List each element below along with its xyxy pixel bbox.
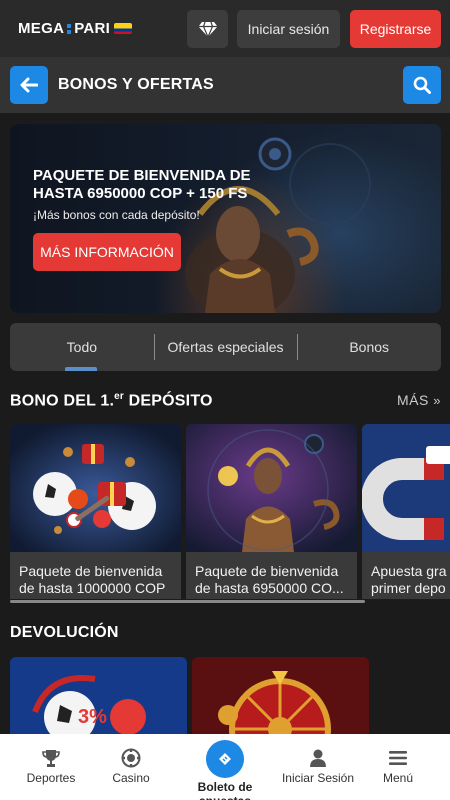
bet-slip-icon: [219, 753, 231, 765]
search-icon: [413, 76, 431, 94]
nav-sports[interactable]: Deportes: [6, 734, 96, 800]
section-header: BONOS Y OFERTAS: [0, 57, 450, 113]
back-button[interactable]: [10, 66, 48, 104]
nav-menu[interactable]: Menú: [353, 734, 443, 800]
logo-text-right: PARI: [74, 20, 111, 37]
sports-balls-image: [10, 424, 181, 552]
top-header: MEGA PARI Iniciar sesión Registrarse: [0, 0, 450, 57]
page-title: BONOS Y OFERTAS: [58, 76, 214, 93]
bonus-card-1-text: Paquete de bienvenida de hasta 1000000 C…: [19, 563, 166, 596]
tab-special-offers[interactable]: Ofertas especiales: [153, 323, 298, 371]
bonus-card-1[interactable]: Paquete de bienvenida de hasta 1000000 C…: [10, 424, 181, 599]
nav-login[interactable]: Iniciar Sesión: [273, 734, 363, 800]
login-button[interactable]: Iniciar sesión: [237, 10, 340, 48]
bonus-card-2-text: Paquete de bienvenida de hasta 6950000 C…: [195, 563, 344, 596]
cashback-badge: 3%: [78, 706, 107, 728]
user-icon: [310, 749, 326, 767]
cashback-carousel[interactable]: 3%: [10, 657, 450, 737]
more-info-button[interactable]: MÁS INFORMACIÓN: [33, 233, 181, 271]
bet-slip-button[interactable]: [206, 740, 244, 778]
offer-tabs: Todo Ofertas especiales Bonos: [10, 323, 441, 371]
cashback-soccer-image: 3%: [10, 657, 187, 737]
section-title-cashback: DEVOLUCIÓN: [10, 624, 119, 641]
tab-all[interactable]: Todo: [10, 323, 154, 371]
casino-queen-image: [186, 424, 357, 552]
bonus-card-3-text: Apuesta gra primer depo: [371, 563, 447, 596]
bottom-navigation: Deportes Casino Boleto de apuestas Inici…: [0, 734, 450, 800]
fortune-wheel-image: [192, 657, 369, 737]
bonus-card-3[interactable]: Apuesta gra primer depo: [362, 424, 450, 599]
nav-casino[interactable]: Casino: [86, 734, 176, 800]
arrow-left-icon: [20, 77, 38, 93]
tab-bonuses[interactable]: Bonos: [297, 323, 441, 371]
hamburger-menu-icon: [389, 751, 407, 765]
first-deposit-carousel[interactable]: Paquete de bienvenida de hasta 1000000 C…: [10, 424, 450, 604]
banner-subtitle: ¡Más bonos con cada depósito!: [33, 208, 200, 222]
register-button[interactable]: Registrarse: [350, 10, 441, 48]
welcome-bonus-banner[interactable]: PAQUETE DE BIENVENIDA DE HASTA 6950000 C…: [10, 124, 441, 313]
magnet-deposit-image: [362, 424, 450, 552]
carousel-scrollbar[interactable]: [10, 600, 365, 603]
diamond-icon: [198, 21, 217, 38]
trophy-icon: [42, 750, 60, 767]
logo-colon: [67, 22, 72, 36]
more-link[interactable]: MÁS »: [397, 392, 441, 408]
logo-text-left: MEGA: [18, 20, 65, 37]
banner-title: PAQUETE DE BIENVENIDA DE HASTA 6950000 C…: [33, 167, 251, 202]
megapari-logo[interactable]: MEGA PARI: [18, 20, 133, 37]
casino-chip-icon: [121, 748, 141, 768]
banner-illustration: [185, 137, 371, 313]
cashback-card-1[interactable]: 3%: [10, 657, 187, 737]
search-button[interactable]: [403, 66, 441, 104]
bonus-card-2[interactable]: Paquete de bienvenida de hasta 6950000 C…: [186, 424, 357, 599]
double-chevron-right-icon: »: [433, 393, 441, 408]
nav-bet-slip[interactable]: Boleto de apuestas: [180, 734, 270, 800]
cashback-card-2[interactable]: [192, 657, 369, 737]
colombia-flag-icon: [114, 23, 133, 34]
vip-diamond-button[interactable]: [187, 10, 228, 48]
section-title-first-deposit: BONO DEL 1.er DEPÓSITO: [10, 391, 213, 410]
